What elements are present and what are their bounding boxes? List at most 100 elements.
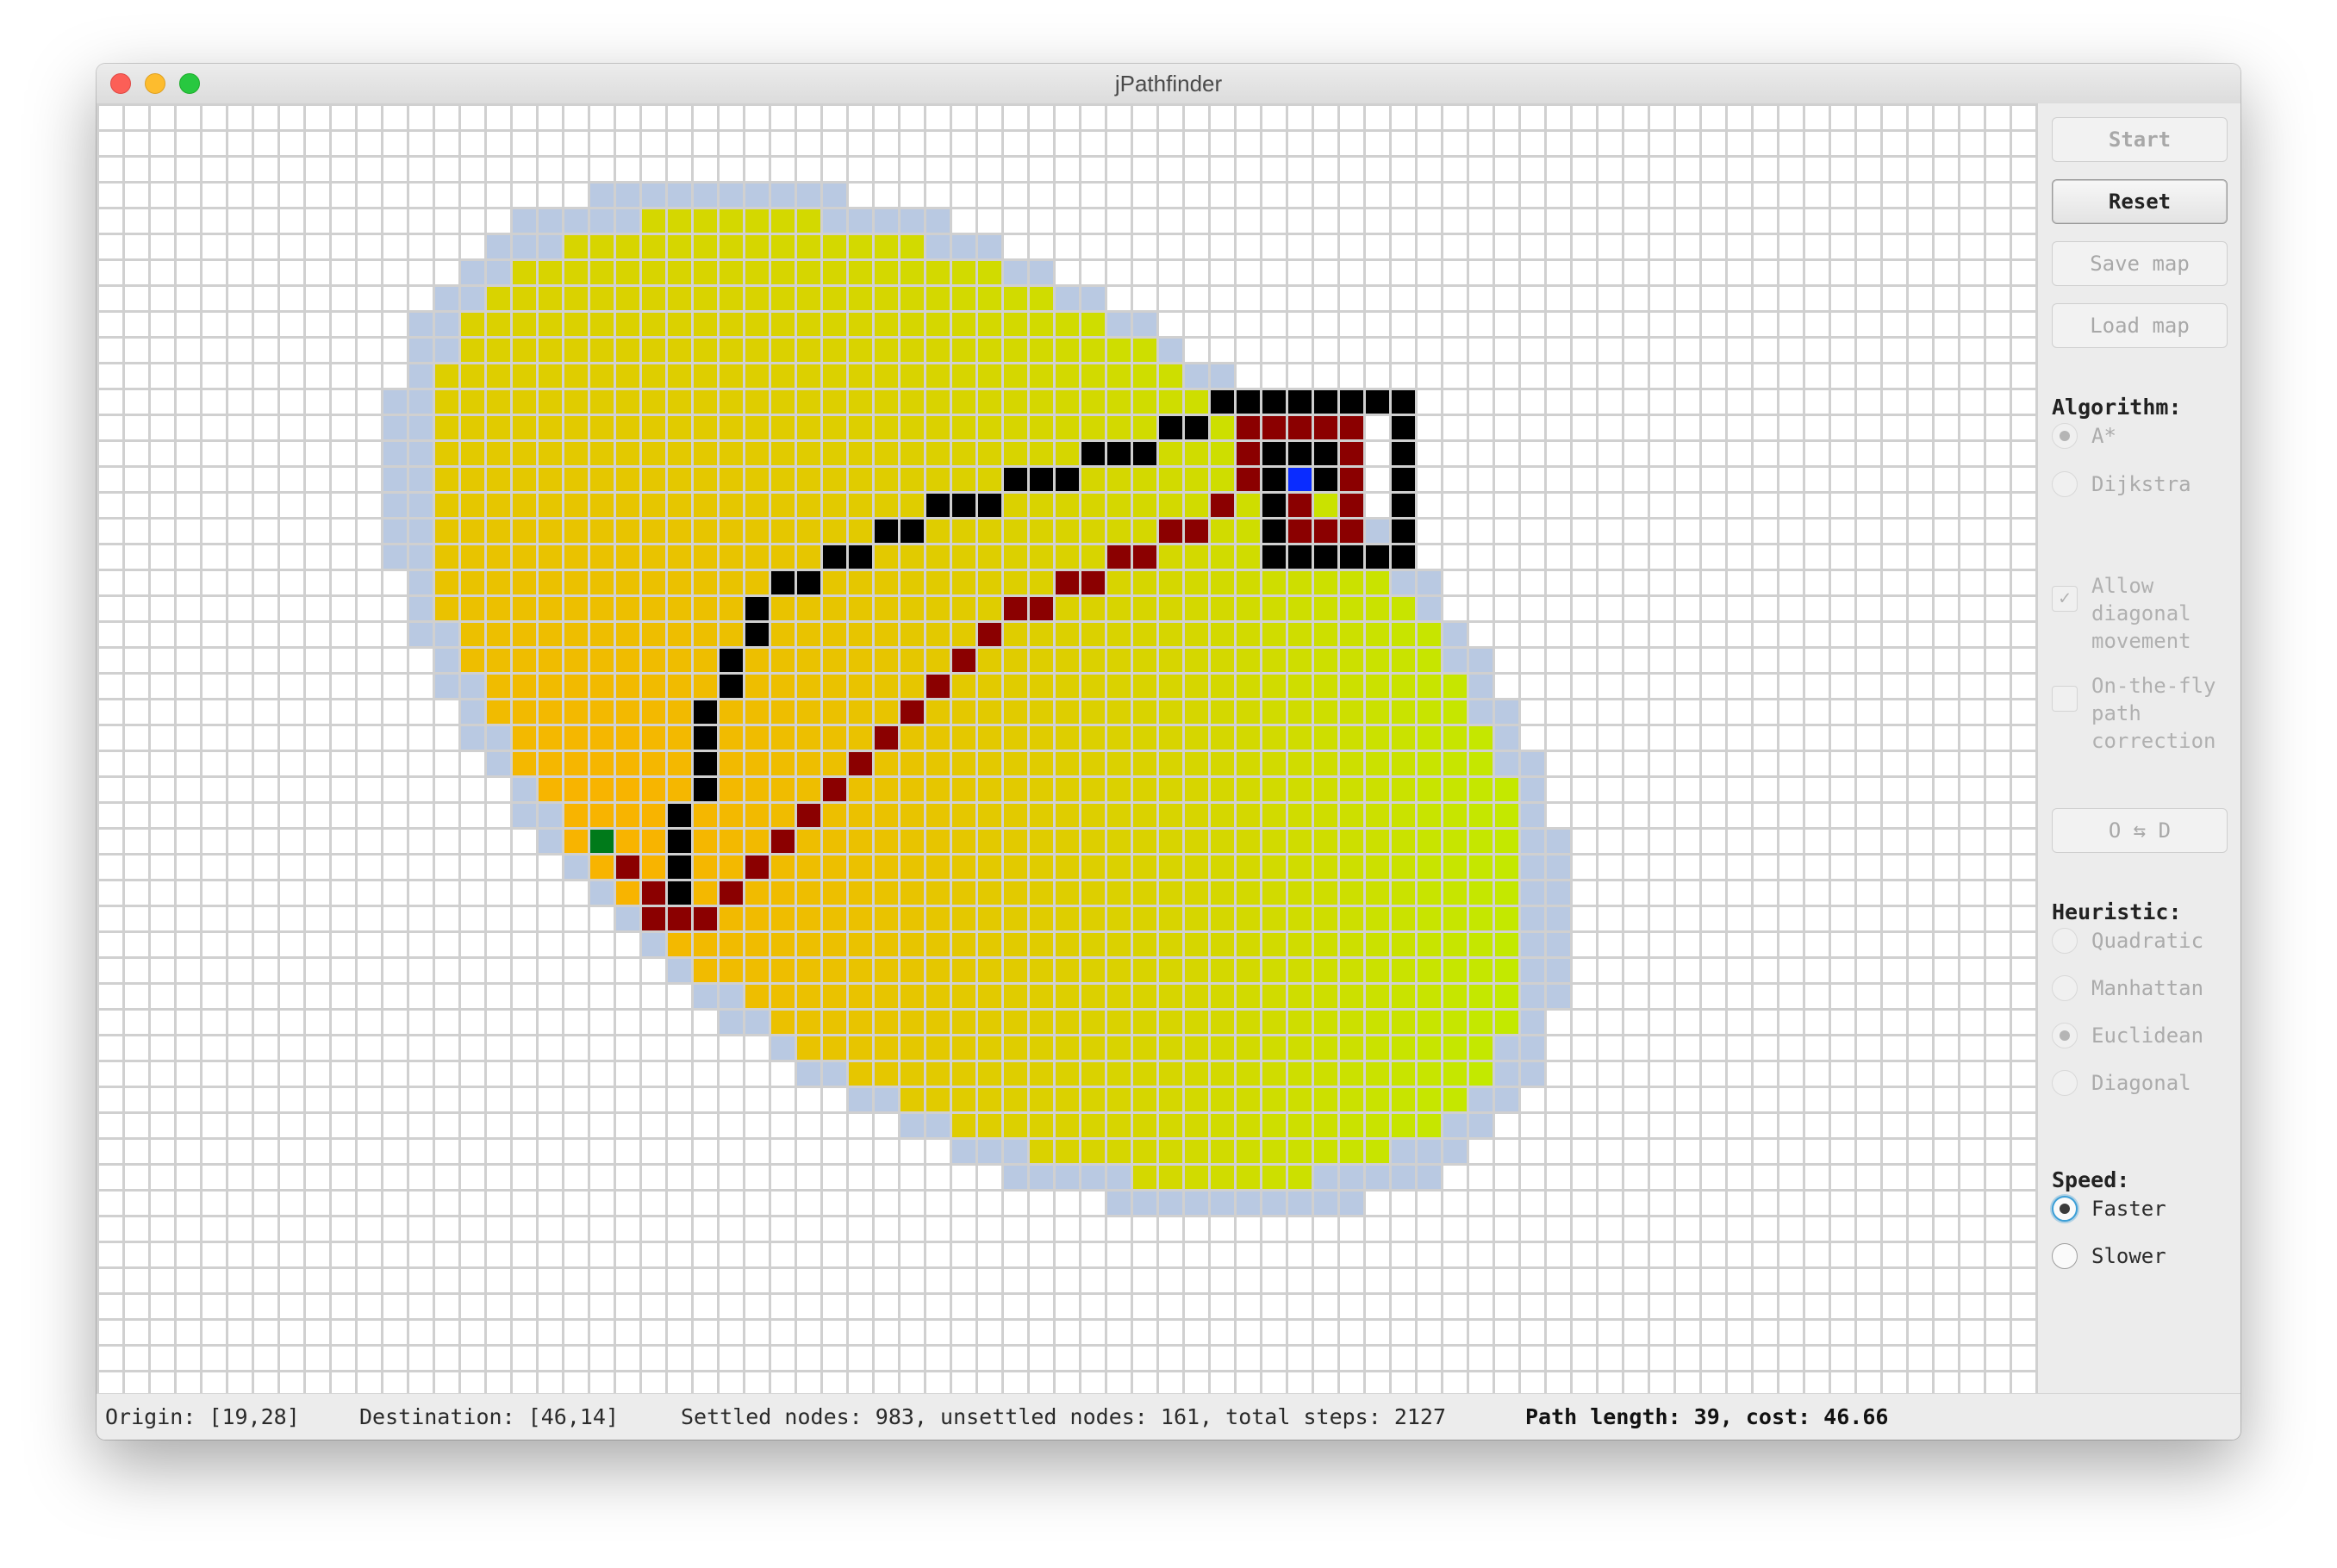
settled-cell[interactable] <box>590 364 614 388</box>
grid-cell[interactable] <box>1159 106 1182 129</box>
settled-cell[interactable] <box>901 752 924 775</box>
grid-cell[interactable] <box>1133 261 1156 284</box>
grid-cell[interactable] <box>1624 1372 1648 1393</box>
grid-cell[interactable] <box>1986 132 2010 155</box>
settled-cell[interactable] <box>1159 571 1182 594</box>
grid-cell[interactable] <box>1702 261 1725 284</box>
grid-cell[interactable] <box>177 545 200 569</box>
grid-cell[interactable] <box>409 907 433 930</box>
settled-cell[interactable] <box>1107 1114 1131 1137</box>
grid-cell[interactable] <box>1159 1372 1182 1393</box>
grid-cell[interactable] <box>1960 1114 1984 1137</box>
settled-cell[interactable] <box>1185 907 1208 930</box>
settled-cell[interactable] <box>1288 881 1312 905</box>
grid-cell[interactable] <box>1754 675 1777 698</box>
settled-cell[interactable] <box>875 339 898 362</box>
grid-cell[interactable] <box>1521 1321 1544 1344</box>
grid-cell[interactable] <box>1779 1347 1803 1370</box>
grid-cell[interactable] <box>1676 158 1699 181</box>
grid-cell[interactable] <box>1676 1114 1699 1137</box>
grid-cell[interactable] <box>280 1088 303 1111</box>
settled-cell[interactable] <box>978 985 1001 1008</box>
grid-cell[interactable] <box>1547 158 1570 181</box>
frontier-cell[interactable] <box>1185 364 1208 388</box>
grid-cell[interactable] <box>1676 675 1699 698</box>
settled-cell[interactable] <box>1211 985 1234 1008</box>
settled-cell[interactable] <box>1418 985 1441 1008</box>
grid-cell[interactable] <box>1159 1243 1182 1266</box>
wall-cell[interactable] <box>1262 494 1286 517</box>
grid-cell[interactable] <box>1754 804 1777 827</box>
grid-cell[interactable] <box>1676 261 1699 284</box>
grid-cell[interactable] <box>539 1321 562 1344</box>
grid-cell[interactable] <box>1935 468 1958 491</box>
grid-cell[interactable] <box>1443 520 1467 543</box>
grid-cell[interactable] <box>1883 209 1906 233</box>
grid-cell[interactable] <box>1909 1088 1932 1111</box>
settled-cell[interactable] <box>487 416 510 439</box>
grid-cell[interactable] <box>1650 416 1673 439</box>
grid-cell[interactable] <box>125 1347 148 1370</box>
settled-cell[interactable] <box>539 623 562 646</box>
grid-cell[interactable] <box>1599 1036 1622 1060</box>
grid-cell[interactable] <box>1030 158 1053 181</box>
grid-cell[interactable] <box>720 1166 743 1189</box>
grid-cell[interactable] <box>177 235 200 258</box>
grid-cell[interactable] <box>1702 158 1725 181</box>
settled-cell[interactable] <box>1056 726 1079 750</box>
grid-cell[interactable] <box>358 545 381 569</box>
frontier-cell[interactable] <box>901 1114 924 1137</box>
settled-cell[interactable] <box>1211 1114 1234 1137</box>
grid-cell[interactable] <box>280 184 303 207</box>
settled-cell[interactable] <box>1418 752 1441 775</box>
grid-cell[interactable] <box>177 313 200 336</box>
settled-cell[interactable] <box>694 287 717 310</box>
settled-cell[interactable] <box>978 1036 1001 1060</box>
grid-cell[interactable] <box>358 339 381 362</box>
settled-cell[interactable] <box>720 726 743 750</box>
grid-cell[interactable] <box>1986 1036 2010 1060</box>
grid-cell[interactable] <box>1340 1295 1363 1318</box>
grid-cell[interactable] <box>797 1372 820 1393</box>
grid-cell[interactable] <box>332 132 355 155</box>
grid-cell[interactable] <box>383 1062 407 1086</box>
grid-cell[interactable] <box>1676 468 1699 491</box>
grid-cell[interactable] <box>2012 1192 2035 1215</box>
grid-cell[interactable] <box>1030 184 1053 207</box>
settled-cell[interactable] <box>771 545 795 569</box>
grid-cell[interactable] <box>383 132 407 155</box>
grid-cell[interactable] <box>1081 1217 1105 1241</box>
grid-cell[interactable] <box>1624 1062 1648 1086</box>
settled-cell[interactable] <box>978 649 1001 672</box>
grid-cell[interactable] <box>1909 132 1932 155</box>
grid-cell[interactable] <box>694 1321 717 1344</box>
settled-cell[interactable] <box>1392 1062 1415 1086</box>
grid-cell[interactable] <box>228 675 252 698</box>
grid-cell[interactable] <box>1883 261 1906 284</box>
frontier-cell[interactable] <box>1521 985 1544 1008</box>
settled-cell[interactable] <box>771 364 795 388</box>
grid-cell[interactable] <box>1599 1166 1622 1189</box>
grid-cell[interactable] <box>1521 209 1544 233</box>
settled-cell[interactable] <box>1159 881 1182 905</box>
grid-cell[interactable] <box>306 1217 329 1241</box>
frontier-cell[interactable] <box>1314 1166 1337 1189</box>
settled-cell[interactable] <box>616 235 639 258</box>
grid-cell[interactable] <box>177 261 200 284</box>
grid-cell[interactable] <box>745 1372 769 1393</box>
grid-cell[interactable] <box>1779 1321 1803 1344</box>
grid-cell[interactable] <box>1237 287 1260 310</box>
grid-cell[interactable] <box>978 1243 1001 1266</box>
grid-cell[interactable] <box>332 959 355 982</box>
grid-cell[interactable] <box>1728 571 1751 594</box>
grid-cell[interactable] <box>1495 209 1518 233</box>
grid-cell[interactable] <box>642 1347 665 1370</box>
frontier-cell[interactable] <box>1133 1192 1156 1215</box>
settled-cell[interactable] <box>1211 752 1234 775</box>
grid-cell[interactable] <box>177 364 200 388</box>
grid-cell[interactable] <box>1986 675 2010 698</box>
settled-cell[interactable] <box>1159 726 1182 750</box>
path-cell[interactable] <box>1262 416 1286 439</box>
grid-cell[interactable] <box>1288 184 1312 207</box>
grid-cell[interactable] <box>1366 1347 1389 1370</box>
